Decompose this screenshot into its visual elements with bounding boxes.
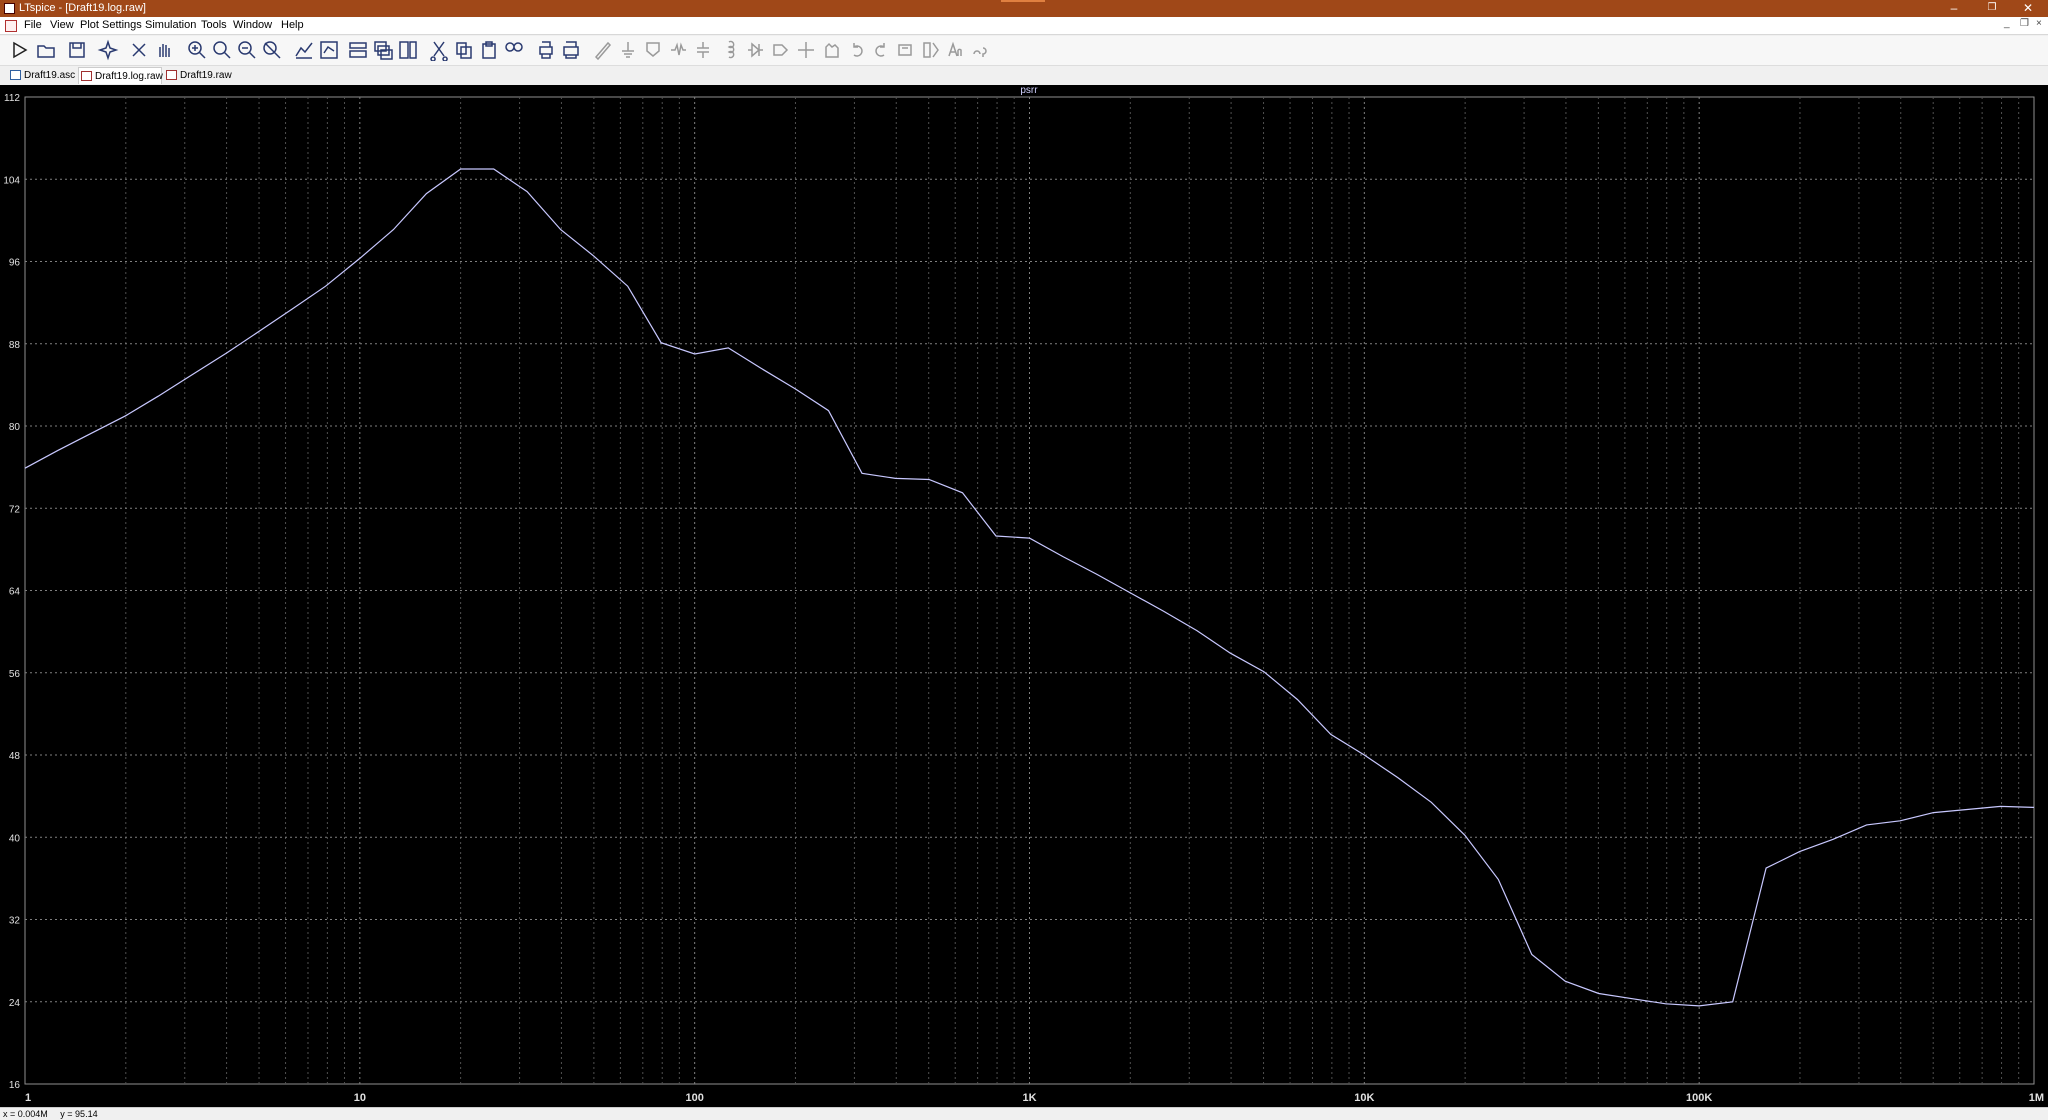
component-icon[interactable]	[770, 39, 792, 61]
tile-horizontal-icon[interactable]	[347, 39, 369, 61]
tab-label: Draft19.raw	[180, 70, 232, 81]
rotate-icon[interactable]	[895, 39, 917, 61]
wire-icon[interactable]	[592, 39, 614, 61]
resistor-icon[interactable]	[667, 39, 689, 61]
menu-view[interactable]: View	[50, 19, 74, 31]
control-panel-icon[interactable]	[97, 39, 119, 61]
hand-icon[interactable]	[153, 39, 175, 61]
restore-button[interactable]: ❐	[1972, 0, 2012, 17]
tile-vertical-icon[interactable]	[397, 39, 419, 61]
y-tick-label: 72	[9, 504, 21, 515]
y-tick-label: 48	[9, 751, 21, 762]
halt-icon[interactable]	[128, 39, 150, 61]
label-icon[interactable]	[642, 39, 664, 61]
tab-draft19-asc[interactable]: Draft19.asc	[8, 67, 75, 84]
y-tick-label: 56	[9, 669, 21, 680]
y-tick-label: 88	[9, 340, 21, 351]
tab-label: Draft19.asc	[24, 70, 76, 81]
x-tick-label: 1	[25, 1092, 31, 1104]
find-icon[interactable]	[503, 39, 525, 61]
title-accent	[1001, 0, 1045, 2]
waveform-plot-pane[interactable]: psrr 112 104 96 88 80 72 64 56 48 40 32 24 16 1 10 100 1…	[0, 85, 2048, 1107]
x-tick-label: 100	[685, 1092, 703, 1104]
move-icon[interactable]	[795, 39, 817, 61]
x-tick-label: 10	[354, 1092, 366, 1104]
window-title: LTspice - [Draft19.log.raw]	[19, 2, 146, 14]
menu-plot-settings[interactable]: Plot Settings	[80, 19, 142, 31]
minimize-button[interactable]: –	[1934, 0, 1974, 17]
save-icon[interactable]	[66, 39, 88, 61]
run-icon[interactable]	[9, 39, 31, 61]
y-tick-label: 96	[9, 258, 21, 269]
document-tabs: Draft19.asc Draft19.log.raw Draft19.raw	[0, 66, 2048, 85]
menu-bar: File View Plot Settings Simulation Tools…	[0, 17, 2048, 35]
mirror-icon[interactable]	[920, 39, 942, 61]
inductor-icon[interactable]	[718, 39, 740, 61]
child-minimize-icon[interactable]: _	[2004, 18, 2010, 29]
x-tick-label: 10K	[1354, 1092, 1374, 1104]
print-icon[interactable]	[535, 39, 557, 61]
menu-simulation[interactable]: Simulation	[145, 19, 196, 31]
child-close-icon[interactable]: ×	[2036, 18, 2042, 29]
x-tick-label: 100K	[1686, 1092, 1712, 1104]
paste-icon[interactable]	[478, 39, 500, 61]
y-tick-label: 40	[9, 833, 21, 844]
schematic-icon	[10, 70, 21, 80]
trace-label-psrr[interactable]: psrr	[1020, 85, 1038, 96]
tab-draft19-raw[interactable]: Draft19.raw	[164, 67, 232, 84]
y-tick-label: 16	[9, 1080, 21, 1091]
open-icon[interactable]	[35, 39, 57, 61]
undo-icon[interactable]	[846, 39, 868, 61]
zoom-in-icon[interactable]	[186, 39, 208, 61]
waveform-icon	[81, 71, 92, 81]
waveform-plot[interactable]: psrr 112 104 96 88 80 72 64 56 48 40 32 24 16 1 10 100 1…	[0, 85, 2048, 1107]
document-system-icon[interactable]	[5, 20, 17, 32]
ltspice-app-icon	[4, 3, 15, 14]
cursor-x-readout: x = 0.004M	[3, 1109, 48, 1119]
copy-icon[interactable]	[453, 39, 475, 61]
capacitor-icon[interactable]	[692, 39, 714, 61]
zoom-out-icon[interactable]	[236, 39, 258, 61]
title-bar: LTspice - [Draft19.log.raw] – ❐ ✕	[0, 0, 2048, 17]
y-tick-label: 64	[9, 587, 21, 598]
ground-icon[interactable]	[617, 39, 639, 61]
y-tick-label: 24	[9, 998, 21, 1009]
cursor-y-readout: y = 95.14	[60, 1109, 98, 1119]
toolbar	[0, 36, 2048, 66]
zoom-area-icon[interactable]	[211, 39, 233, 61]
menu-file[interactable]: File	[24, 19, 42, 31]
y-tick-label: 112	[4, 93, 20, 104]
diode-icon[interactable]	[744, 39, 766, 61]
x-tick-label: 1K	[1022, 1092, 1036, 1104]
menu-window[interactable]: Window	[233, 19, 272, 31]
redo-icon[interactable]	[870, 39, 892, 61]
cut-icon[interactable]	[428, 39, 450, 62]
y-tick-label: 80	[9, 422, 21, 433]
waveform-icon	[166, 70, 177, 80]
cascade-icon[interactable]	[372, 39, 394, 61]
tab-draft19-log-raw[interactable]: Draft19.log.raw	[78, 67, 163, 84]
zoom-extents-icon[interactable]	[318, 39, 340, 61]
y-tick-label: 32	[9, 916, 21, 927]
zoom-cancel-icon[interactable]	[261, 39, 283, 61]
x-tick-label: 1M	[2029, 1092, 2044, 1104]
drag-icon[interactable]	[820, 39, 842, 61]
tab-label: Draft19.log.raw	[95, 71, 163, 82]
print-preview-icon[interactable]	[560, 39, 582, 61]
close-button[interactable]: ✕	[2008, 0, 2048, 17]
y-tick-label: 104	[3, 175, 20, 186]
menu-tools[interactable]: Tools	[201, 19, 227, 31]
spice-directive-icon[interactable]	[970, 39, 992, 61]
child-restore-icon[interactable]: ❐	[2020, 18, 2029, 29]
autorange-icon[interactable]	[293, 39, 315, 61]
text-icon[interactable]	[945, 39, 967, 61]
status-bar: x = 0.004M y = 95.14	[0, 1107, 2048, 1120]
menu-help[interactable]: Help	[281, 19, 304, 31]
